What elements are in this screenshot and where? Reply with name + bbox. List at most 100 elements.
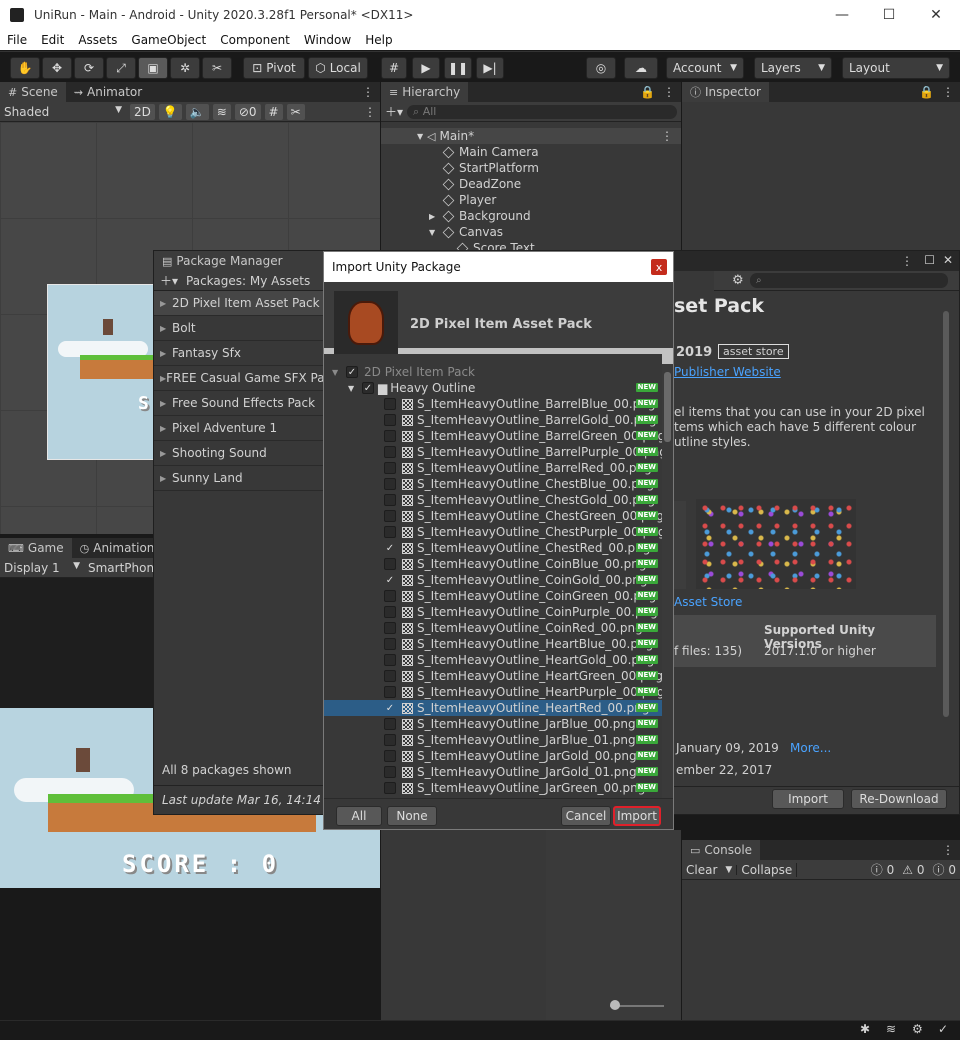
menu-component[interactable]: Component (213, 33, 297, 47)
tab-inspector[interactable]: ⓘ Inspector (682, 82, 769, 102)
collapse-button[interactable]: Collapse (737, 862, 798, 877)
tree-scrollbar-thumb[interactable] (664, 372, 671, 442)
import-file-row[interactable]: S_ItemHeavyOutline_BarrelPurple_00.png NE… (324, 444, 662, 460)
lock-icon[interactable]: 🔒 (640, 85, 655, 99)
checkbox[interactable] (384, 686, 396, 698)
tab-animation[interactable]: ◷ Animation (72, 538, 163, 558)
hierarchy-item[interactable]: ▼ Canvas (381, 224, 681, 240)
select-all-button[interactable]: All (336, 806, 382, 826)
menu-edit[interactable]: Edit (34, 33, 71, 47)
move-tool-icon[interactable]: ✥ (42, 57, 72, 79)
pm-filter-dropdown[interactable]: Packages: My Assets (186, 274, 310, 288)
resolution-dropdown[interactable]: SmartPhone (88, 561, 161, 575)
cancel-button[interactable]: Cancel (561, 806, 611, 826)
redownload-button[interactable]: Re-Download (851, 789, 947, 809)
check-icon[interactable]: ✓ (938, 1022, 948, 1036)
local-button[interactable]: ⬡ Local (308, 57, 368, 79)
package-item[interactable]: ▶ Shooting Sound (154, 441, 324, 466)
dialog-close-button[interactable]: x (651, 259, 667, 275)
collab-icon[interactable]: ◎ (586, 57, 616, 79)
package-item[interactable]: ▶ Free Sound Effects Pack (154, 391, 324, 416)
package-item[interactable]: ▶ Bolt (154, 316, 324, 341)
tab-animator[interactable]: ⇝ Animator (66, 82, 150, 102)
error-count[interactable]: ⓘ 0 (867, 861, 898, 878)
step-icon[interactable]: ▶| (476, 57, 504, 79)
tree-scrollbar[interactable] (662, 364, 673, 798)
message-count[interactable]: ⓘ 0 (929, 861, 960, 878)
zoom-slider-thumb[interactable] (610, 1000, 620, 1010)
checkbox[interactable] (384, 558, 396, 570)
play-icon[interactable]: ▶ (412, 57, 440, 79)
kebab-menu-icon[interactable]: ⋮ (364, 105, 376, 119)
details-scrollbar[interactable] (943, 311, 949, 717)
kebab-menu-icon[interactable]: ⋮ (942, 843, 954, 857)
kebab-menu-icon[interactable]: ⋮ (942, 85, 954, 99)
stack-icon[interactable]: ≋ (886, 1022, 896, 1036)
package-import-button[interactable]: Import (772, 789, 844, 809)
pivot-button[interactable]: ⊡ Pivot (243, 57, 305, 79)
kebab-menu-icon[interactable]: ⋮ (901, 254, 913, 268)
checkbox[interactable] (384, 414, 396, 426)
transform-tool-icon[interactable]: ✲ (170, 57, 200, 79)
checkbox[interactable] (384, 494, 396, 506)
effects-icon[interactable]: ≋ (212, 103, 231, 120)
rect-tool-icon[interactable]: ▣ (138, 57, 168, 79)
tab-game[interactable]: ⌨ Game (0, 538, 72, 558)
progress-icon[interactable]: ⚙ (912, 1022, 923, 1036)
minimize-button[interactable]: — (819, 0, 865, 30)
import-file-row[interactable]: S_ItemHeavyOutline_JarGreen_00.png NEW (324, 780, 662, 796)
checkbox[interactable]: ✓ (384, 542, 396, 554)
package-item[interactable]: ▶ Sunny Land (154, 466, 324, 491)
menu-help[interactable]: Help (358, 33, 399, 47)
tree-folder-row[interactable]: ▼ ✓ ▆ Heavy Outline NEW (324, 380, 662, 396)
import-file-row[interactable]: S_ItemHeavyOutline_CoinGreen_00.png NEW (324, 588, 662, 604)
hierarchy-item[interactable]: Player (381, 192, 681, 208)
settings-gear-icon[interactable]: ⚙ (732, 273, 744, 288)
menu-gameobject[interactable]: GameObject (124, 33, 213, 47)
import-file-row[interactable]: S_ItemHeavyOutline_CoinPurple_00.png NEW (324, 604, 662, 620)
checkbox[interactable] (384, 734, 396, 746)
rotate-tool-icon[interactable]: ⟳ (74, 57, 104, 79)
checkbox[interactable] (384, 670, 396, 682)
tools-icon[interactable]: ✂ (286, 103, 305, 120)
package-item[interactable]: ▶ Fantasy Sfx (154, 341, 324, 366)
layers-dropdown[interactable]: Layers ▼ (754, 57, 832, 79)
checkbox[interactable] (384, 606, 396, 618)
checkbox[interactable] (384, 478, 396, 490)
import-file-row[interactable]: S_ItemHeavyOutline_CoinRed_00.png NEW (324, 620, 662, 636)
checkbox[interactable] (384, 638, 396, 650)
tab-hierarchy[interactable]: ≡ Hierarchy (381, 82, 469, 102)
import-file-row[interactable]: S_ItemHeavyOutline_ChestBlue_00.png NEW (324, 476, 662, 492)
clear-button[interactable]: Clear (682, 863, 721, 877)
import-file-row[interactable]: S_ItemHeavyOutline_ChestGold_00.png NEW (324, 492, 662, 508)
hand-tool-icon[interactable]: ✋ (10, 57, 40, 79)
hierarchy-item[interactable]: StartPlatform (381, 160, 681, 176)
import-file-row[interactable]: S_ItemHeavyOutline_HeartGreen_00.png NEW (324, 668, 662, 684)
publisher-website-link[interactable]: Publisher Website (674, 365, 781, 379)
checkbox[interactable] (384, 590, 396, 602)
hierarchy-item[interactable]: ▶ Background (381, 208, 681, 224)
import-button[interactable]: Import (613, 806, 661, 826)
asset-store-link[interactable]: Asset Store (674, 595, 742, 609)
package-item[interactable]: ▶ FREE Casual Game SFX Pack (154, 366, 324, 391)
checkbox[interactable] (384, 526, 396, 538)
kebab-menu-icon[interactable]: ⋮ (663, 85, 675, 99)
more-link[interactable]: More... (790, 741, 831, 755)
mode-2d-toggle[interactable]: 2D (130, 103, 155, 120)
package-preview-image[interactable] (696, 499, 856, 589)
checkbox[interactable]: ✓ (362, 382, 374, 394)
checkbox[interactable] (384, 654, 396, 666)
import-file-row[interactable]: S_ItemHeavyOutline_HeartGold_00.png NEW (324, 652, 662, 668)
import-file-row[interactable]: S_ItemHeavyOutline_JarGold_00.png NEW (324, 748, 662, 764)
pause-icon[interactable]: ❚❚ (444, 57, 472, 79)
scale-tool-icon[interactable]: ⤢ (106, 57, 136, 79)
checkbox[interactable]: ✓ (346, 366, 358, 378)
checkbox[interactable] (384, 622, 396, 634)
grid-snap-icon[interactable]: # (381, 57, 407, 79)
account-dropdown[interactable]: Account ▼ (666, 57, 744, 79)
clear-options-icon[interactable]: ▼ (721, 864, 738, 875)
import-file-row[interactable]: S_ItemHeavyOutline_JarGold_01.png NEW (324, 764, 662, 780)
maximize-icon[interactable]: ☐ (924, 253, 935, 267)
import-file-row[interactable]: S_ItemHeavyOutline_BarrelRed_00.png NEW (324, 460, 662, 476)
tree-root-row[interactable]: ▼ ✓ 2D Pixel Item Pack (324, 364, 662, 380)
